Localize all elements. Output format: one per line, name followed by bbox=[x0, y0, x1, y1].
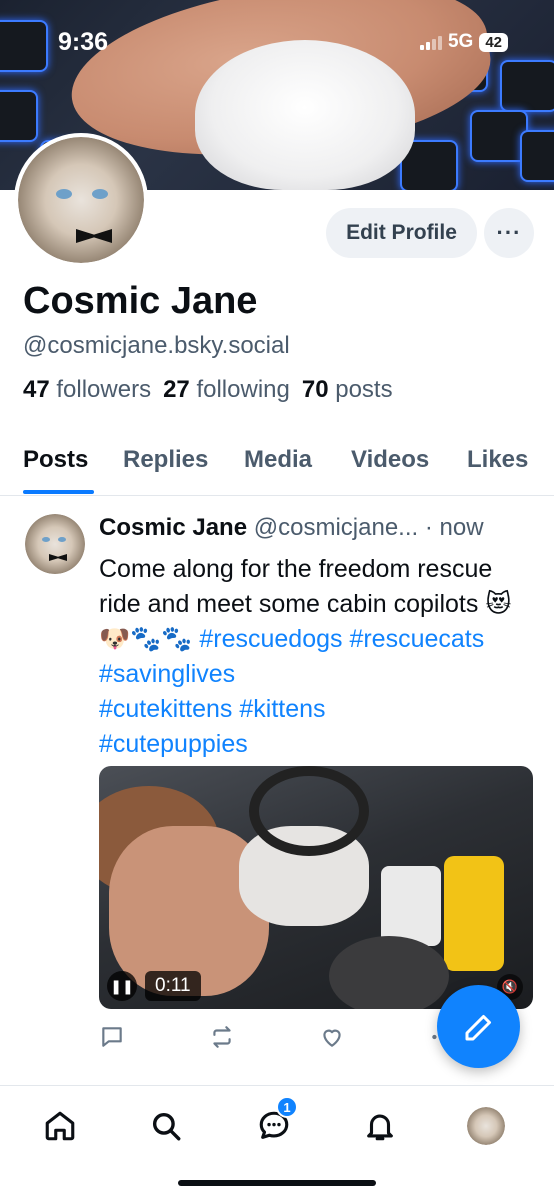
post-header: Cosmic Jane @cosmicjane... · now bbox=[99, 514, 539, 542]
hashtag-link[interactable]: #savinglives bbox=[99, 660, 235, 688]
hashtag-link[interactable]: #cutepuppies bbox=[99, 730, 248, 758]
profile-handle: @cosmicjane.bsky.social bbox=[23, 332, 290, 359]
profile-stats: 47 followers 27 following 70 posts bbox=[23, 376, 393, 404]
like-icon[interactable] bbox=[319, 1024, 345, 1050]
cat-eye bbox=[42, 537, 50, 542]
pause-icon[interactable]: ❚❚ bbox=[107, 971, 137, 1001]
video-wipes-container bbox=[444, 856, 504, 971]
cat-eye bbox=[56, 189, 72, 199]
post-author-avatar[interactable] bbox=[25, 514, 85, 574]
repost-icon[interactable] bbox=[209, 1024, 235, 1050]
tab-videos[interactable]: Videos bbox=[351, 446, 429, 474]
home-indicator bbox=[178, 1180, 376, 1186]
signal-icon bbox=[419, 34, 442, 50]
status-bar: 9:36 5G 42 bbox=[0, 0, 554, 80]
video-dog-head bbox=[329, 936, 449, 1009]
hashtag-link[interactable]: #cutekittens bbox=[99, 695, 232, 723]
cat-eye bbox=[92, 189, 108, 199]
profile-tabs: Posts Replies Media Videos Likes bbox=[0, 440, 554, 496]
tab-replies[interactable]: Replies bbox=[123, 446, 208, 474]
profile-avatar[interactable] bbox=[14, 133, 148, 267]
compose-icon bbox=[465, 1014, 491, 1040]
hashtag-link[interactable]: #rescuedogs bbox=[199, 625, 342, 653]
home-icon bbox=[45, 1111, 75, 1141]
following-stat[interactable]: 27 following bbox=[163, 376, 290, 404]
chat-badge: 1 bbox=[276, 1096, 298, 1118]
followers-stat[interactable]: 47 followers bbox=[23, 376, 151, 404]
cat-avatar-image bbox=[25, 514, 85, 574]
more-options-button[interactable]: ··· bbox=[484, 208, 534, 258]
video-duration: 0:11 bbox=[145, 971, 201, 1001]
edit-profile-button[interactable]: Edit Profile bbox=[326, 208, 477, 258]
cat-avatar-image bbox=[467, 1107, 505, 1145]
network-label: 5G bbox=[447, 31, 474, 52]
compose-button[interactable] bbox=[437, 985, 520, 1068]
post-author-name[interactable]: Cosmic Jane bbox=[99, 514, 247, 541]
bell-icon bbox=[367, 1114, 393, 1141]
profile-avatar-small bbox=[467, 1107, 505, 1145]
post-text: Come along for the freedom rescue ride a… bbox=[99, 552, 529, 762]
display-name: Cosmic Jane bbox=[23, 280, 258, 322]
hashtag-link[interactable]: #rescuecats bbox=[349, 625, 484, 653]
search-icon bbox=[152, 1112, 181, 1141]
cat-avatar-image bbox=[18, 137, 144, 263]
video-steering-wheel bbox=[249, 766, 369, 856]
status-time: 9:36 bbox=[58, 28, 109, 56]
active-tab-indicator bbox=[23, 490, 94, 494]
nav-search[interactable] bbox=[146, 1106, 186, 1146]
post-author-handle[interactable]: @cosmicjane... bbox=[254, 514, 418, 541]
nav-chat[interactable]: 1 bbox=[254, 1096, 298, 1146]
nav-profile[interactable] bbox=[466, 1106, 506, 1146]
battery-icon: 42 bbox=[479, 32, 508, 52]
tab-posts[interactable]: Posts bbox=[23, 446, 88, 474]
nav-notifications[interactable] bbox=[360, 1106, 400, 1146]
tab-likes[interactable]: Likes bbox=[467, 446, 528, 474]
nav-home[interactable] bbox=[40, 1106, 80, 1146]
video-cup bbox=[381, 866, 441, 946]
hashtag-link[interactable]: #kittens bbox=[239, 695, 325, 723]
tab-media[interactable]: Media bbox=[244, 446, 312, 474]
reply-icon[interactable] bbox=[99, 1024, 125, 1050]
post-time: · now bbox=[424, 514, 484, 541]
status-indicators: 5G 42 bbox=[419, 31, 508, 53]
post-video[interactable]: ❚❚ 0:11 🔇 bbox=[99, 766, 533, 1009]
posts-stat: 70 posts bbox=[301, 376, 393, 403]
cat-eye bbox=[58, 537, 66, 542]
